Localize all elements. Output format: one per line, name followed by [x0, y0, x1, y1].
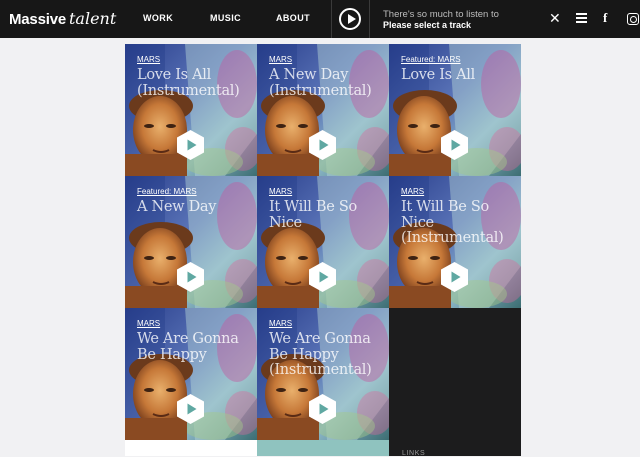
track-grid: MARS Love Is All (Instrumental) MARS A N… — [125, 44, 521, 457]
track-tile[interactable]: MARS Love Is All (Instrumental) — [125, 44, 257, 176]
artist-link[interactable]: MARS — [269, 319, 292, 328]
play-icon[interactable] — [177, 394, 204, 424]
facebook-icon[interactable]: f — [603, 10, 607, 26]
track-tile[interactable]: MARS We Are Gonna Be Happy — [125, 308, 257, 440]
site-header: Massive talent WORK MUSIC ABOUT There's s… — [0, 0, 640, 38]
track-title: We Are Gonna Be Happy — [137, 331, 239, 363]
artist-link[interactable]: MARS — [269, 187, 292, 196]
artist-link[interactable]: MARS — [137, 55, 160, 64]
track-title: Love Is All — [401, 67, 475, 83]
divider — [331, 0, 332, 38]
play-icon[interactable] — [441, 262, 468, 292]
play-icon[interactable] — [309, 262, 336, 292]
track-title: We Are Gonna Be Happy (Instrumental) — [269, 331, 372, 378]
nav-music[interactable]: MUSIC — [210, 13, 241, 23]
track-title: A New Day — [137, 199, 217, 215]
play-icon[interactable] — [441, 130, 468, 160]
instagram-icon[interactable] — [627, 13, 639, 25]
playlist-icon[interactable] — [576, 13, 587, 24]
play-icon[interactable] — [177, 130, 204, 160]
empty-tile — [125, 440, 257, 456]
logo[interactable]: Massive talent — [9, 9, 116, 30]
links-panel: LINKS — [389, 308, 521, 457]
teal-tile — [257, 440, 389, 456]
artist-link[interactable]: MARS — [401, 187, 424, 196]
track-tile[interactable]: MARS It Will Be So Nice — [257, 176, 389, 308]
play-icon[interactable] — [177, 262, 204, 292]
divider — [369, 0, 370, 38]
nav-work[interactable]: WORK — [143, 13, 173, 23]
track-tile[interactable]: MARS A New Day (Instrumental) — [257, 44, 389, 176]
logo-wordmark-bold: Massive — [9, 11, 66, 28]
artist-link[interactable]: MARS — [137, 319, 160, 328]
track-tile[interactable]: Featured: MARS A New Day — [125, 176, 257, 308]
track-title: Love Is All (Instrumental) — [137, 67, 240, 99]
close-icon[interactable]: ✕ — [549, 10, 561, 26]
now-playing-status: There's so much to listen to — [383, 9, 499, 20]
player-play-icon[interactable] — [339, 8, 361, 30]
track-title: A New Day (Instrumental) — [269, 67, 372, 99]
track-tile[interactable]: MARS It Will Be So Nice (Instrumental) — [389, 176, 521, 308]
artist-link[interactable]: Featured: MARS — [137, 187, 197, 196]
track-title: It Will Be So Nice (Instrumental) — [401, 199, 504, 246]
track-tile[interactable]: MARS We Are Gonna Be Happy (Instrumental… — [257, 308, 389, 440]
logo-wordmark-script: talent — [68, 9, 117, 28]
artist-link[interactable]: MARS — [269, 55, 292, 64]
play-icon[interactable] — [309, 130, 336, 160]
nav-about[interactable]: ABOUT — [276, 13, 310, 23]
now-playing-track: Please select a track — [383, 20, 472, 30]
play-icon[interactable] — [309, 394, 336, 424]
track-tile[interactable]: Featured: MARS Love Is All — [389, 44, 521, 176]
artist-link[interactable]: Featured: MARS — [401, 55, 461, 64]
track-title: It Will Be So Nice — [269, 199, 357, 231]
